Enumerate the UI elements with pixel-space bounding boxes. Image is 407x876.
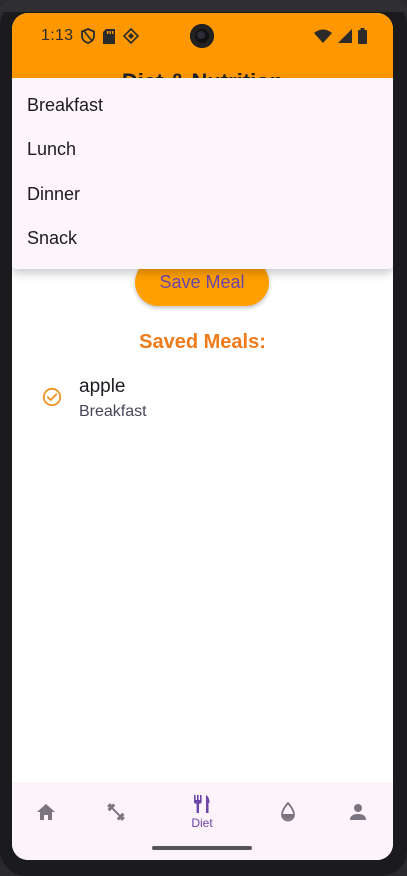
wifi-icon bbox=[314, 29, 332, 43]
check-circle-icon bbox=[42, 387, 62, 407]
saved-meals-heading: Saved Meals: bbox=[139, 331, 266, 353]
nav-item-fitness[interactable] bbox=[96, 782, 136, 842]
dumbbell-icon bbox=[107, 803, 125, 821]
restaurant-icon bbox=[194, 795, 210, 813]
home-icon bbox=[37, 804, 55, 820]
person-icon bbox=[350, 804, 366, 820]
shield-icon bbox=[81, 28, 96, 44]
home-indicator[interactable] bbox=[152, 846, 252, 850]
screen: 1:13 Breakfast Lunch Dinner Snack Save M… bbox=[12, 13, 393, 860]
menu-item-breakfast[interactable]: Breakfast bbox=[12, 83, 393, 128]
front-camera bbox=[190, 24, 214, 48]
meal-name: apple bbox=[79, 376, 126, 397]
nav-item-profile[interactable] bbox=[338, 782, 378, 842]
list-item[interactable]: apple Breakfast bbox=[42, 373, 372, 433]
menu-item-lunch[interactable]: Lunch bbox=[12, 128, 393, 173]
menu-item-snack[interactable]: Snack bbox=[12, 217, 393, 262]
menu-item-dinner[interactable]: Dinner bbox=[12, 172, 393, 217]
sd-card-icon bbox=[103, 28, 116, 44]
water-drop-icon bbox=[281, 802, 295, 822]
device-frame: 1:13 Breakfast Lunch Dinner Snack Save M… bbox=[0, 0, 407, 876]
status-time: 1:13 bbox=[41, 27, 74, 44]
diamond-icon bbox=[123, 28, 140, 44]
meal-type-menu: Breakfast Lunch Dinner Snack bbox=[12, 78, 393, 269]
signal-icon bbox=[338, 29, 352, 43]
nav-label-diet: Diet bbox=[191, 816, 213, 830]
battery-icon bbox=[358, 28, 367, 44]
device-bezel bbox=[0, 0, 407, 12]
nav-item-home[interactable] bbox=[26, 782, 66, 842]
status-icons-left bbox=[81, 28, 140, 44]
status-icons-right bbox=[314, 28, 367, 44]
nav-item-water[interactable] bbox=[268, 782, 308, 842]
nav-item-diet[interactable]: Diet bbox=[177, 782, 227, 842]
meal-type: Breakfast bbox=[79, 403, 147, 420]
